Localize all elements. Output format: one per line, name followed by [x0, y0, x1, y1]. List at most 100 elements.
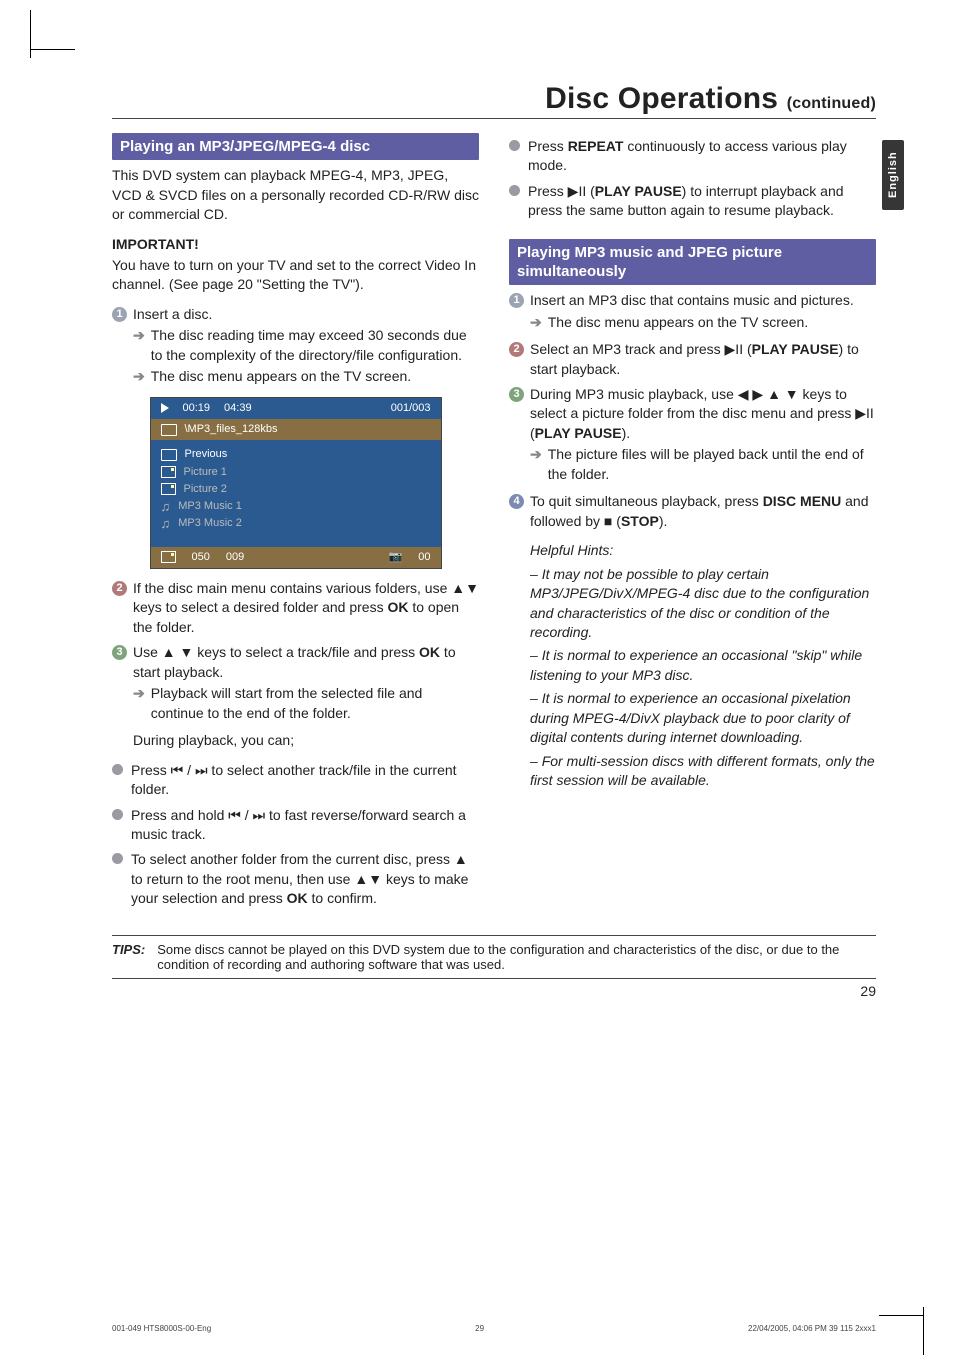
step-number-2-icon: 2 — [112, 581, 127, 596]
osd-path-bar: \MP3_files_128kbs — [151, 419, 441, 440]
arrow-icon: ➔ — [133, 367, 145, 386]
osd-item-label: Picture 1 — [184, 465, 227, 480]
arrow-icon: ➔ — [530, 313, 542, 332]
step-r3: 3 During MP3 music playback, use ◀ ▶ ▲ ▼… — [509, 385, 876, 486]
step-1-note-a: The disc reading time may exceed 30 seco… — [151, 326, 479, 365]
osd-top-bar: 00:19 04:39 001/003 — [151, 398, 441, 419]
arrow-icon: ➔ — [133, 326, 145, 365]
step-1-note-b: The disc menu appears on the TV screen. — [151, 367, 411, 386]
hints-label: Helpful Hints: — [530, 541, 876, 560]
crop-mark-bottom-right — [905, 1307, 924, 1355]
arrow-icon: ➔ — [530, 445, 542, 484]
crop-mark-top-left — [30, 10, 49, 58]
txt: Press — [528, 138, 568, 154]
osd-foot-c: 00 — [418, 550, 430, 565]
bullet-text: To select another folder from the curren… — [131, 850, 479, 908]
hint-text: It is normal to experience an occasional… — [530, 647, 862, 682]
step-2-text: If the disc main menu contains various f… — [133, 580, 479, 635]
txt: Press ▶II ( — [528, 183, 595, 199]
hint-2: – It is normal to experience an occasion… — [530, 646, 876, 685]
step-number-3-icon: 3 — [112, 645, 127, 660]
page-title-main: Disc Operations — [545, 82, 778, 115]
section-head-play-disc: Playing an MP3/JPEG/MPEG-4 disc — [112, 133, 479, 160]
step-r2: 2 Select an MP3 track and press ▶II (PLA… — [509, 340, 876, 379]
step-3-text: Use ▲ ▼ keys to select a track/file and … — [133, 644, 456, 679]
step-r1-arrow: The disc menu appears on the TV screen. — [548, 313, 808, 332]
hint-text: For multi-session discs with different f… — [530, 753, 875, 788]
right-column: Press REPEAT continuously to access vari… — [509, 133, 876, 915]
intro-text: This DVD system can playback MPEG-4, MP3… — [112, 166, 479, 224]
osd-footer: 050 009 📷 00 — [151, 547, 441, 568]
hint-text: It is normal to experience an occasional… — [530, 690, 851, 745]
music-icon: ♫ — [161, 501, 171, 513]
osd-foot-b: 009 — [226, 550, 244, 565]
hint-4: – For multi-session discs with different… — [530, 752, 876, 791]
play-pause-label: PLAY PAUSE — [595, 183, 682, 199]
osd-item-label: MP3 Music 1 — [178, 499, 242, 514]
osd-item-label: Picture 2 — [184, 482, 227, 497]
osd-item: Picture 2 — [161, 481, 431, 498]
osd-time-b: 04:39 — [224, 401, 252, 416]
osd-index: 001/003 — [391, 401, 431, 416]
bullet-icon — [112, 809, 123, 820]
section-head-simultaneous: Playing MP3 music and JPEG picture simul… — [509, 239, 876, 285]
osd-screenshot: 00:19 04:39 001/003 \MP3_files_128kbs Pr… — [150, 397, 442, 569]
step-number-1-icon: 1 — [112, 307, 127, 322]
bullet-prev-next: Press ⏮ / ⏭ to select another track/file… — [112, 761, 479, 800]
tips-box: TIPS: Some discs cannot be played on thi… — [112, 935, 876, 979]
left-column: Playing an MP3/JPEG/MPEG-4 disc This DVD… — [112, 133, 479, 915]
osd-item-label: Previous — [185, 447, 228, 462]
bullet-text: Press REPEAT continuously to access vari… — [528, 137, 876, 176]
picture-icon — [161, 466, 176, 478]
bullet-icon — [509, 185, 520, 196]
picture-icon — [161, 551, 176, 563]
step-3-arrow: Playback will start from the selected fi… — [151, 684, 479, 723]
page-title-continued: (continued) — [787, 95, 876, 112]
step-r2-text: Select an MP3 track and press ▶II (PLAY … — [530, 340, 876, 379]
imprint-mid: 29 — [475, 1324, 484, 1333]
bullet-text: Press and hold ⏮ / ⏭ to fast reverse/for… — [131, 806, 479, 845]
bullet-select-folder: To select another folder from the curren… — [112, 850, 479, 908]
hint-1: – It may not be possible to play certain… — [530, 565, 876, 643]
during-playback-label: During playback, you can; — [133, 731, 479, 750]
step-r1-text: Insert an MP3 disc that contains music a… — [530, 292, 854, 308]
camera-icon: 📷 — [389, 550, 403, 565]
tips-label: TIPS: — [112, 942, 145, 972]
osd-path: \MP3_files_128kbs — [185, 422, 278, 437]
step-3: 3 Use ▲ ▼ keys to select a track/file an… — [112, 643, 479, 725]
bullet-text: Press ⏮ / ⏭ to select another track/file… — [131, 761, 479, 800]
osd-time-a: 00:19 — [183, 401, 211, 416]
repeat-label: REPEAT — [568, 138, 624, 154]
imprint-left: 001-049 HTS8000S-00-Eng — [112, 1324, 211, 1333]
page-title: Disc Operations (continued) — [112, 82, 876, 116]
step-number-2-icon: 2 — [509, 342, 524, 357]
folder-icon — [161, 424, 177, 436]
bullet-icon — [509, 140, 520, 151]
hint-3: – It is normal to experience an occasion… — [530, 689, 876, 747]
osd-item-label: MP3 Music 2 — [178, 516, 242, 531]
imprint-footer: 001-049 HTS8000S-00-Eng 29 22/04/2005, 0… — [112, 1324, 876, 1333]
arrow-icon: ➔ — [133, 684, 145, 723]
page-number: 29 — [112, 983, 876, 999]
imprint-right: 22/04/2005, 04:06 PM 39 115 2xxx1 — [748, 1324, 876, 1333]
bullet-text: Press ▶II (PLAY PAUSE) to interrupt play… — [528, 182, 876, 221]
osd-body: Previous Picture 1 Picture 2 ♫MP3 Music … — [151, 440, 441, 546]
page-content: Disc Operations (continued) Playing an M… — [112, 82, 876, 1295]
step-r3-text: During MP3 music playback, use ◀ ▶ ▲ ▼ k… — [530, 386, 874, 441]
picture-icon — [161, 483, 176, 495]
tips-body: Some discs cannot be played on this DVD … — [157, 942, 876, 972]
osd-item: Picture 1 — [161, 464, 431, 481]
step-number-3-icon: 3 — [509, 387, 524, 402]
osd-item: ♫ MP3 Music 1 — [161, 498, 431, 515]
osd-item: ♫MP3 Music 2 — [161, 515, 431, 532]
bullet-repeat: Press REPEAT continuously to access vari… — [509, 137, 876, 176]
hint-text: It may not be possible to play certain M… — [530, 566, 869, 640]
important-label: IMPORTANT! — [112, 235, 479, 254]
bullet-play-pause: Press ▶II (PLAY PAUSE) to interrupt play… — [509, 182, 876, 221]
folder-icon — [161, 449, 177, 461]
play-icon — [161, 403, 169, 413]
step-r4: 4 To quit simultaneous playback, press D… — [509, 492, 876, 531]
bullet-fast-search: Press and hold ⏮ / ⏭ to fast reverse/for… — [112, 806, 479, 845]
osd-foot-a: 050 — [192, 550, 210, 565]
important-body: You have to turn on your TV and set to t… — [112, 256, 479, 295]
